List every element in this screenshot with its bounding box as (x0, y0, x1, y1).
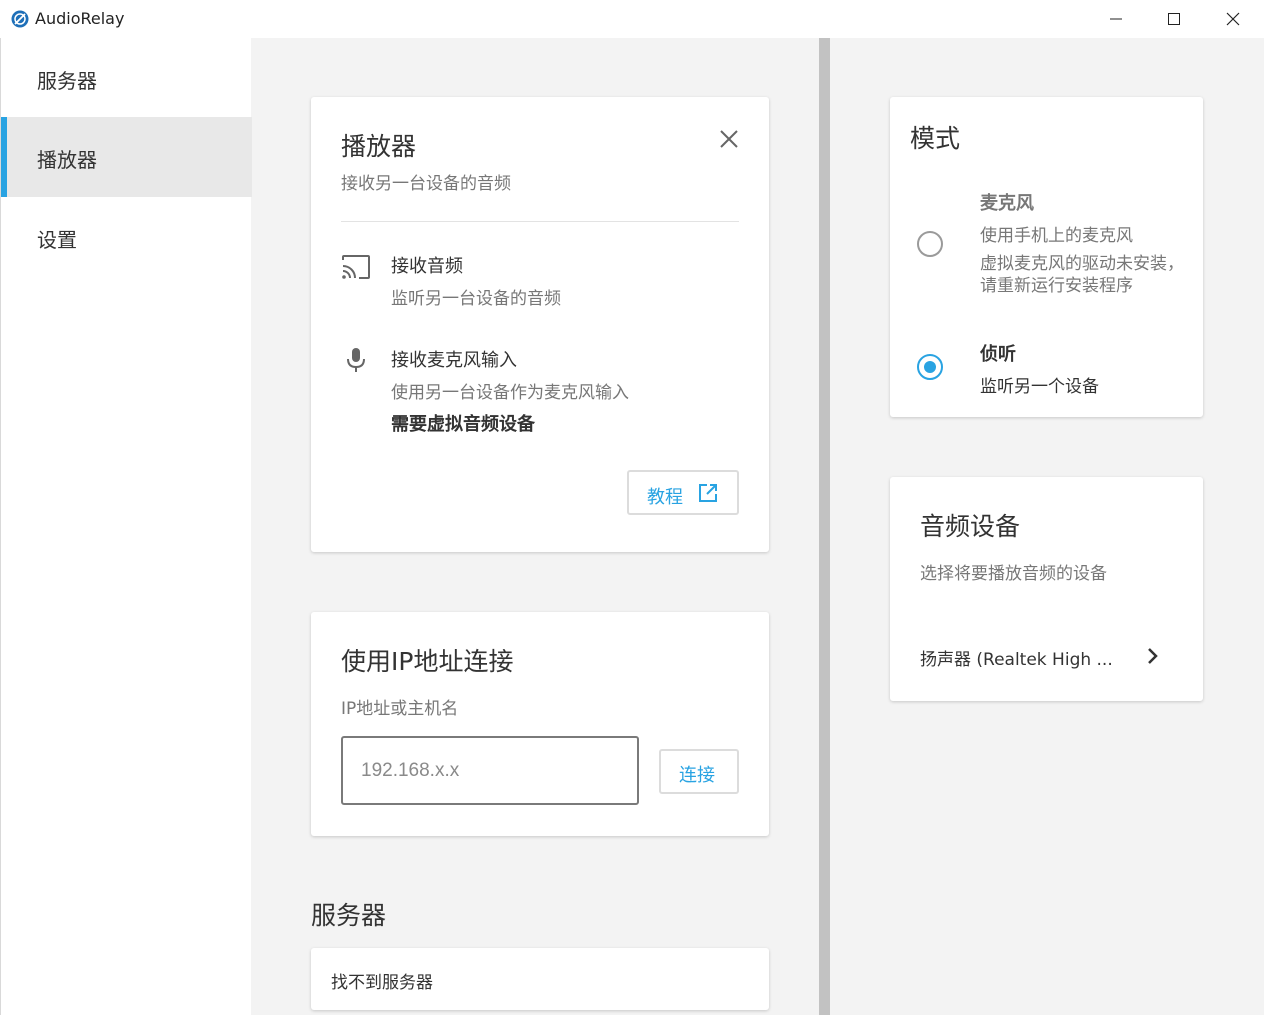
minimize-button[interactable] (1087, 0, 1145, 38)
chevron-right-icon (1148, 648, 1158, 664)
scrollbar[interactable] (819, 38, 830, 1015)
feature-title: 接收麦克风输入 (391, 350, 517, 371)
audio-device-subtitle: 选择将要播放音频的设备 (920, 564, 1107, 584)
sidebar: 服务器 播放器 设置 (0, 38, 252, 1015)
sidebar-item-label: 服务器 (37, 69, 97, 93)
audio-device-card: 音频设备 选择将要播放音频的设备 扬声器 (Realtek High ... (890, 477, 1203, 701)
title-bar: AudioRelay (0, 0, 1264, 38)
audio-device-selector[interactable]: 扬声器 (Realtek High ... (890, 637, 1203, 677)
tutorial-button[interactable]: 教程 (627, 470, 739, 515)
servers-section-title: 服务器 (311, 901, 387, 930)
external-link-icon (699, 484, 717, 502)
close-icon (1226, 12, 1240, 26)
ip-connect-card: 使用IP地址连接 IP地址或主机名 连接 (311, 612, 769, 836)
sidebar-item-settings[interactable]: 设置 (1, 197, 252, 277)
mode-option-description: 监听另一个设备 (980, 377, 1099, 397)
mode-option-description: 使用手机上的麦克风 (980, 226, 1133, 246)
mode-option-warning: 虚拟麦克风的驱动未安装，请重新运行安装程序 (980, 254, 1184, 296)
mode-radio-microphone[interactable] (917, 231, 943, 257)
audiorelay-logo-icon (11, 10, 29, 28)
mode-card-title: 模式 (910, 124, 961, 153)
mode-option-title: 麦克风 (980, 193, 1034, 214)
close-icon (720, 130, 738, 148)
mode-option-title: 侦听 (980, 344, 1016, 365)
audio-device-title: 音频设备 (920, 512, 1021, 541)
app-title: AudioRelay (35, 9, 125, 28)
mode-card: 模式 麦克风 使用手机上的麦克风 虚拟麦克风的驱动未安装，请重新运行安装程序 侦… (890, 97, 1203, 417)
server-list: 找不到服务器 (311, 948, 769, 1010)
player-card-title: 播放器 (341, 132, 417, 161)
minimize-icon (1110, 18, 1122, 20)
cast-icon (342, 255, 370, 279)
server-list-empty-text: 找不到服务器 (331, 973, 433, 993)
ip-card-title: 使用IP地址连接 (341, 647, 514, 676)
connect-button-label: 连接 (679, 765, 715, 786)
feature-title: 接收音频 (391, 256, 463, 277)
connect-button[interactable]: 连接 (659, 749, 739, 794)
feature-description: 使用另一台设备作为麦克风输入 (391, 383, 629, 403)
ip-address-input[interactable] (341, 736, 639, 805)
sidebar-item-player[interactable]: 播放器 (1, 117, 252, 197)
feature-description: 监听另一台设备的音频 (391, 289, 561, 309)
maximize-icon (1168, 13, 1180, 25)
window-close-button[interactable] (1204, 0, 1262, 38)
microphone-icon (347, 348, 365, 372)
maximize-button[interactable] (1145, 0, 1203, 38)
sidebar-item-servers[interactable]: 服务器 (1, 38, 252, 118)
audio-device-name: 扬声器 (Realtek High ... (920, 650, 1113, 670)
tutorial-button-label: 教程 (647, 487, 683, 508)
sidebar-item-label: 播放器 (37, 148, 97, 172)
feature-note: 需要虚拟音频设备 (391, 414, 535, 435)
player-card-subtitle: 接收另一台设备的音频 (341, 174, 511, 194)
mode-radio-listen[interactable] (917, 354, 943, 380)
player-card-close-button[interactable] (715, 125, 743, 153)
divider (341, 221, 739, 222)
player-card: 播放器 接收另一台设备的音频 接收音频 监听另一台设备的音频 接收麦克风输入 使… (311, 97, 769, 552)
sidebar-item-label: 设置 (37, 228, 77, 252)
ip-input-label: IP地址或主机名 (341, 699, 459, 719)
